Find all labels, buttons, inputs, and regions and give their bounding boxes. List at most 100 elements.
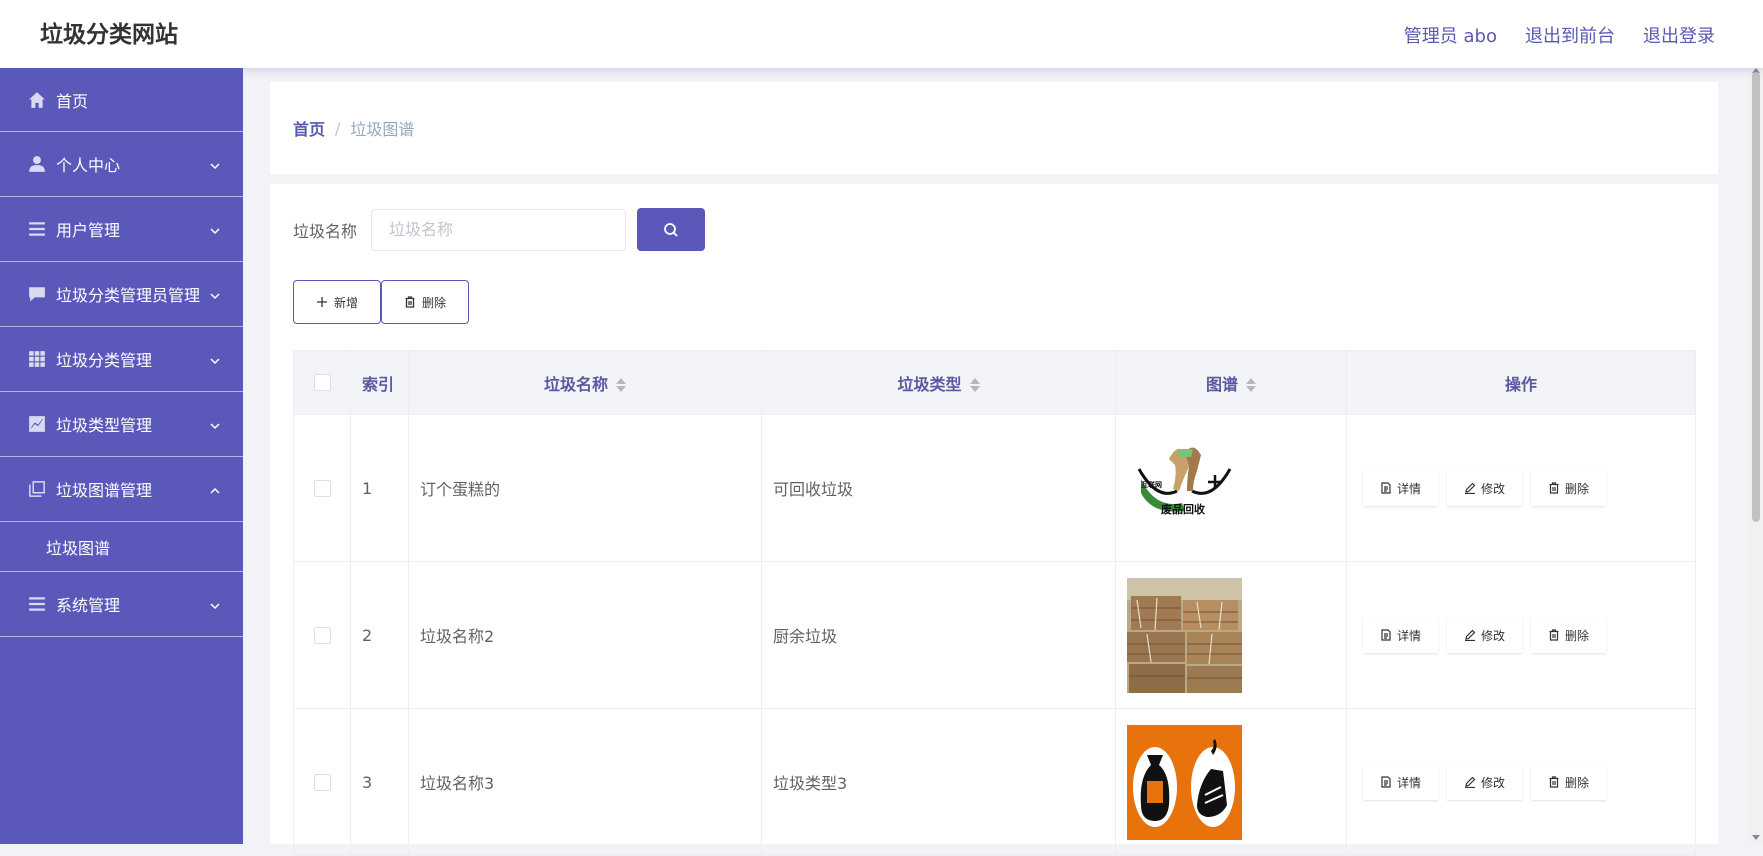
logout-link[interactable]: 退出登录 [1643,22,1715,48]
row-name: 垃圾名称2 [408,561,762,709]
column-header-type-label: 垃圾类型 [897,374,962,394]
row-ops-cell: 详情 修改 删除 [1346,414,1696,562]
column-header-image[interactable]: 图谱 [1115,350,1347,415]
sidebar-item-sorting-admin-management[interactable]: 垃圾分类管理员管理 [0,262,243,327]
table-row: 1 订个蛋糕的 可回收垃圾 互联网 废品回收 详情 修改 删除 [293,414,1696,562]
delete-button[interactable]: 删除 [1531,617,1606,653]
detail-button[interactable]: 详情 [1363,617,1438,653]
chart-icon [28,415,46,433]
top-header: 垃圾分类网站 管理员 abo 退出到前台 退出登录 [0,0,1763,68]
edit-icon [1464,482,1476,494]
trash-icon [405,296,415,308]
scroll-down-icon[interactable] [1752,835,1760,840]
message-icon [28,285,46,303]
list-icon [28,220,46,238]
cardboard-bales-thumbnail[interactable] [1127,577,1242,693]
admin-user-link[interactable]: 管理员 abo [1404,22,1497,48]
select-all-checkbox[interactable] [313,374,331,391]
sidebar-item-type-management[interactable]: 垃圾类型管理 [0,392,243,457]
row-select-cell [293,708,351,856]
column-header-name-label: 垃圾名称 [543,374,608,394]
sort-icon[interactable] [969,377,980,393]
sort-icon[interactable] [1246,377,1256,393]
recycling-thumbnail[interactable]: 互联网 废品回收 [1127,430,1242,546]
detail-button-label: 详情 [1396,481,1421,496]
edit-button[interactable]: 修改 [1447,470,1522,506]
document-icon [1381,482,1391,494]
sidebar-item-label: 系统管理 [56,596,121,615]
delete-button-label: 删除 [1564,481,1589,496]
breadcrumb: 首页 / 垃圾图谱 [270,82,1718,174]
add-button[interactable]: 新增 [293,280,381,324]
sidebar-item-label: 垃圾图谱管理 [56,481,153,500]
chevron-down-icon [209,417,221,430]
breadcrumb-home[interactable]: 首页 [293,116,325,140]
page-scrollbar[interactable] [1749,68,1763,844]
thumbnail-caption: 废品回收 [1161,502,1205,516]
detail-button[interactable]: 详情 [1363,764,1438,800]
sidebar-item-personal-center[interactable]: 个人中心 [0,132,243,197]
delete-button[interactable]: 删除 [1531,470,1606,506]
row-ops-cell: 详情 修改 删除 [1346,561,1696,709]
table-row: 2 垃圾名称2 厨余垃圾 详情 修改 删除 [293,561,1696,709]
list-icon [28,595,46,613]
scrollbar-thumb[interactable] [1752,72,1760,522]
row-image-cell: 互联网 废品回收 [1115,414,1347,562]
row-checkbox[interactable] [313,479,331,497]
detail-button[interactable]: 详情 [1363,470,1438,506]
sidebar-item-atlas-management[interactable]: 垃圾图谱管理 [0,457,243,522]
delete-button-label: 删除 [1564,628,1589,643]
search-input[interactable] [371,208,627,251]
row-select-cell [293,414,351,562]
row-name: 垃圾名称3 [408,708,762,856]
sidebar-item-sorting-management[interactable]: 垃圾分类管理 [0,327,243,392]
sidebar-subitem-atlas[interactable]: 垃圾图谱 [0,522,243,572]
batch-delete-button-label: 删除 [421,295,446,310]
column-header-name[interactable]: 垃圾名称 [408,350,762,415]
edit-icon [1464,776,1476,788]
sidebar: 首页 个人中心 用户管理 垃圾分类管理员管理 垃圾分类管理 垃圾类型管理 垃圾图… [0,68,243,844]
delete-button[interactable]: 删除 [1531,764,1606,800]
plus-icon [316,297,327,307]
site-title: 垃圾分类网站 [40,22,178,48]
row-checkbox[interactable] [313,773,331,791]
row-name: 订个蛋糕的 [408,414,762,562]
chevron-down-icon [209,222,221,235]
data-table: 索引 垃圾名称 垃圾类型 图谱 操作 1 订个蛋糕的 可回收垃圾 互联网 废品回… [293,350,1696,856]
home-icon [28,91,46,109]
trash-icon [1549,776,1559,788]
edit-button[interactable]: 修改 [1447,617,1522,653]
sidebar-item-label: 垃圾类型管理 [56,416,153,435]
row-image-cell [1115,561,1347,709]
search-button[interactable] [637,208,706,251]
waste-bag-thumbnail[interactable] [1127,724,1242,840]
batch-delete-button[interactable]: 删除 [381,280,469,324]
sidebar-item-home[interactable]: 首页 [0,68,243,132]
sidebar-item-user-management[interactable]: 用户管理 [0,197,243,262]
row-type: 厨余垃圾 [761,561,1116,709]
row-type: 垃圾类型3 [761,708,1116,856]
column-header-type[interactable]: 垃圾类型 [761,350,1116,415]
chevron-down-icon [209,597,221,610]
detail-button-label: 详情 [1396,628,1421,643]
breadcrumb-current: 垃圾图谱 [350,120,415,139]
sidebar-item-system-management[interactable]: 系统管理 [0,572,243,637]
edit-button[interactable]: 修改 [1447,764,1522,800]
detail-button-label: 详情 [1396,775,1421,790]
search-label: 垃圾名称 [293,221,358,241]
chevron-up-icon [209,482,221,494]
edit-button-label: 修改 [1480,481,1505,496]
main-content: 垃圾名称 新增 删除 索引 垃圾名称 垃圾类型 图谱 操作 [270,184,1718,856]
row-checkbox[interactable] [313,626,331,644]
search-bar: 垃圾名称 [293,208,706,251]
exit-to-front-link[interactable]: 退出到前台 [1525,22,1615,48]
sort-icon[interactable] [616,377,626,393]
sidebar-item-label: 垃圾分类管理 [56,351,153,370]
sidebar-item-label: 个人中心 [56,156,121,175]
trash-icon [1549,629,1559,641]
user-icon [28,155,46,173]
add-button-label: 新增 [333,295,358,310]
select-all-cell [293,350,351,415]
table-row: 3 垃圾名称3 垃圾类型3 详情 修改 删除 [293,708,1696,856]
table-header-row: 索引 垃圾名称 垃圾类型 图谱 操作 [293,350,1696,415]
